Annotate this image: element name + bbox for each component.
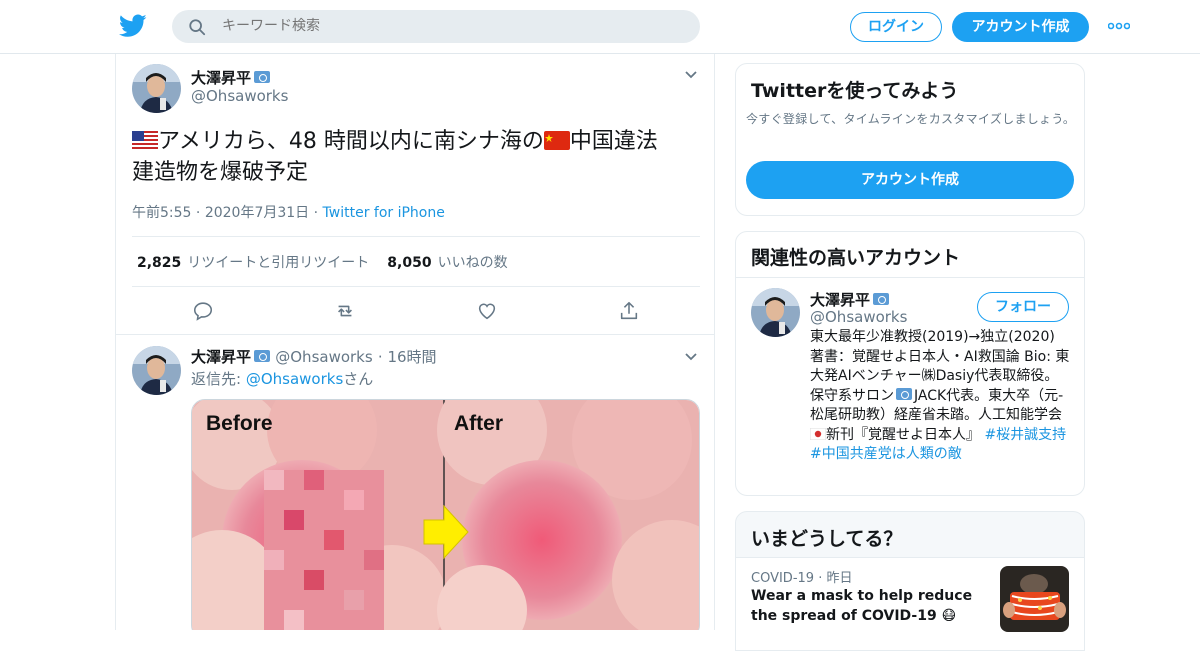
reply-author-handle[interactable]: @Ohsaworks	[275, 348, 372, 366]
retweet-icon[interactable]	[334, 300, 356, 322]
signup-card-title: Twitterを使ってみよう	[751, 80, 959, 102]
related-avatar[interactable]	[751, 288, 800, 337]
reply-icon[interactable]	[192, 300, 214, 322]
tweet-text: アメリカら、48 時間以内に南シナ海の 中国違法 建造物を爆破予定	[132, 126, 702, 188]
signup-button[interactable]: アカウント作成	[952, 12, 1089, 42]
reply-to-link[interactable]: @Ohsaworks	[246, 370, 343, 388]
before-after-photo: Before After	[192, 400, 699, 630]
signup-card-button[interactable]: アカウント作成	[746, 161, 1074, 199]
retweets-count: 2,825	[137, 255, 182, 271]
tweet-stats: 2,825 リツイートと引用リツイート 8,050 いいねの数	[137, 252, 508, 272]
trend-meta: COVID-19 · 昨日	[751, 571, 853, 586]
avatar-photo	[751, 288, 800, 337]
un-flag-icon	[873, 292, 890, 305]
trend-time: 昨日	[826, 571, 853, 586]
related-account-handle[interactable]: @Ohsaworks	[810, 308, 907, 326]
chevron-down-icon[interactable]	[684, 70, 698, 80]
divider	[132, 286, 700, 287]
cn-flag-icon	[543, 130, 570, 150]
reply-to-suffix: さん	[343, 370, 374, 388]
trends-card: いまどうしてる？ COVID-19 · 昨日 Wear a mask to he…	[735, 511, 1085, 651]
retweets-stat[interactable]: 2,825 リツイートと引用リツイート	[137, 255, 369, 271]
follow-button[interactable]: フォロー	[977, 292, 1069, 322]
reply-to-prefix: 返信先:	[191, 370, 246, 388]
login-button[interactable]: ログイン	[850, 12, 942, 42]
jp-flag-icon	[810, 427, 826, 440]
tweet-time[interactable]: 午前5:55	[132, 205, 191, 221]
likes-label: いいねの数	[437, 255, 508, 271]
chevron-down-icon[interactable]	[684, 352, 698, 362]
tweet-meta: 午前5:55 · 2020年7月31日 · Twitter for iPhone	[132, 205, 445, 221]
related-account-name[interactable]: 大澤昇平	[810, 289, 890, 310]
trend-thumbnail[interactable]	[1000, 566, 1069, 632]
more-options-icon[interactable]	[1108, 22, 1130, 30]
media-before-label: Before	[206, 412, 273, 435]
un-flag-icon	[896, 387, 912, 400]
share-icon[interactable]	[618, 300, 640, 322]
reply-author-name[interactable]: 大澤昇平 @Ohsaworks · 16時間	[191, 346, 437, 367]
media-after-label: After	[454, 412, 503, 435]
author-name[interactable]: 大澤昇平	[191, 67, 271, 88]
related-accounts-card: 関連性の高いアカウント 大澤昇平 @Ohsaworks フォロー 東大最年少准教…	[735, 231, 1085, 496]
avatar[interactable]	[132, 64, 181, 113]
un-flag-icon	[254, 70, 271, 83]
search-input[interactable]	[222, 10, 662, 43]
trend-topic: COVID-19	[751, 571, 815, 586]
signup-card: Twitterを使ってみよう 今すぐ登録して、タイムラインをカスタマイズしましょ…	[735, 63, 1085, 216]
search-box[interactable]	[172, 10, 700, 43]
top-bar: ログイン アカウント作成	[0, 0, 1200, 54]
twitter-bird-icon[interactable]	[119, 13, 147, 39]
hashtag-link[interactable]: #中国共産党は人類の敵	[810, 446, 962, 462]
bio-text-3: 新刊『覚醒せよ日本人』	[826, 426, 985, 443]
reply-time[interactable]: 16時間	[387, 348, 436, 366]
us-flag-icon	[132, 130, 158, 150]
trends-card-title: いまどうしてる？	[751, 528, 903, 550]
related-account-bio: 東大最年少准教授(2019)→独立(2020) 著書：覚醒せよ日本人・AI救国論…	[810, 328, 1072, 465]
tweet-client-link[interactable]: Twitter for iPhone	[323, 205, 445, 221]
avatar-photo	[132, 64, 181, 113]
reply-author-name-text[interactable]: 大澤昇平	[191, 348, 251, 366]
avatar-photo	[132, 346, 181, 395]
divider	[132, 236, 700, 237]
trend-headline[interactable]: Wear a mask to help reduce the spread of…	[751, 586, 991, 626]
related-card-title: 関連性の高いアカウント	[751, 247, 961, 269]
hashtag-link[interactable]: #桜井誠支持	[984, 427, 1066, 443]
author-handle[interactable]: @Ohsaworks	[191, 87, 288, 105]
avatar[interactable]	[132, 346, 181, 395]
un-flag-icon	[254, 349, 271, 362]
tweet-text-line1: アメリカら、48 時間以内に南シナ海の	[158, 129, 544, 154]
tweet-text-line1b: 中国違法	[569, 129, 658, 154]
retweets-label: リツイートと引用リツイート	[187, 255, 370, 271]
likes-stat[interactable]: 8,050 いいねの数	[387, 255, 507, 271]
author-name-text[interactable]: 大澤昇平	[191, 69, 251, 87]
likes-count: 8,050	[387, 255, 432, 271]
divider	[736, 277, 1084, 278]
reply-to: 返信先: @Ohsaworksさん	[191, 368, 373, 389]
like-icon[interactable]	[476, 300, 498, 322]
trend-thumbnail-image	[1000, 566, 1069, 632]
tweet-date[interactable]: 2020年7月31日	[205, 205, 309, 221]
tweet-media-image[interactable]: Before After	[191, 399, 700, 630]
tweet-column: 大澤昇平 @Ohsaworks アメリカら、48 時間以内に南シナ海の 中国違法…	[115, 54, 715, 630]
tweet-text-line2: 建造物を爆破予定	[132, 160, 309, 185]
related-account-name-text[interactable]: 大澤昇平	[810, 291, 870, 309]
tweet-separator	[116, 334, 714, 335]
search-icon	[189, 19, 206, 36]
signup-card-subtitle: 今すぐ登録して、タイムラインをカスタマイズしましょう。	[746, 112, 1076, 126]
mosaic-block	[264, 470, 384, 630]
